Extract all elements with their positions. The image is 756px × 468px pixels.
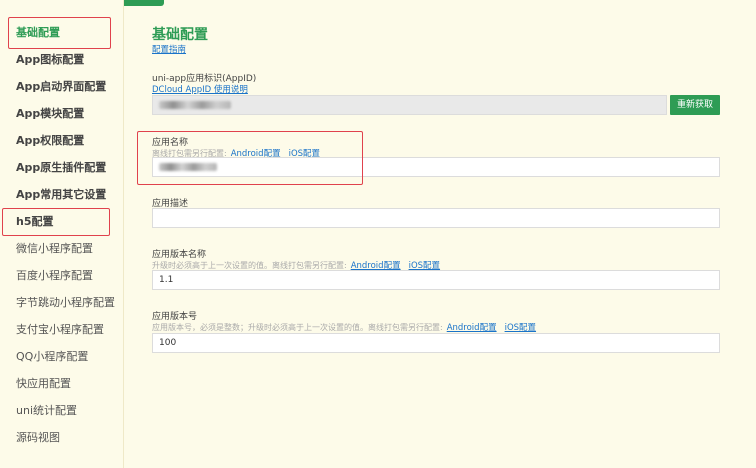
sidebar-item-app-splash[interactable]: App启动界面配置	[16, 78, 106, 94]
version-code-ios-link[interactable]: iOS配置	[505, 323, 536, 333]
version-code-input[interactable]: 100	[152, 333, 720, 353]
app-name-input[interactable]	[152, 157, 720, 177]
settings-sidebar: 基础配置 App图标配置 App启动界面配置 App模块配置 App权限配置 A…	[0, 0, 124, 468]
version-code-hint: 应用版本号，必须是整数；升级时必须高于上一次设置的值。离线打包需另行配置: And…	[152, 321, 536, 333]
refresh-appid-button[interactable]: 重新获取	[670, 95, 720, 115]
sidebar-item-alipay-mp[interactable]: 支付宝小程序配置	[16, 321, 104, 337]
sidebar-item-app-native-plugins[interactable]: App原生插件配置	[16, 159, 106, 175]
dcloud-appid-help-link[interactable]: DCloud AppID 使用说明	[152, 83, 248, 95]
main-panel: 基础配置 配置指南 uni-app应用标识(AppID) DCloud AppI…	[125, 0, 756, 468]
sidebar-item-app-icon[interactable]: App图标配置	[16, 51, 84, 67]
sidebar-item-baidu-mp[interactable]: 百度小程序配置	[16, 267, 93, 283]
sidebar-item-app-permissions[interactable]: App权限配置	[16, 132, 84, 148]
sidebar-item-toutiao-mp[interactable]: 字节跳动小程序配置	[16, 294, 115, 310]
sidebar-item-app-other-settings[interactable]: App常用其它设置	[16, 186, 106, 202]
sidebar-item-basic-config[interactable]: 基础配置	[16, 24, 60, 40]
appid-field	[152, 95, 667, 115]
config-guide-link[interactable]: 配置指南	[152, 43, 186, 55]
version-name-input[interactable]: 1.1	[152, 270, 720, 290]
version-name-hint-text: 升级时必须高于上一次设置的值。离线打包需另行配置:	[152, 261, 347, 270]
sidebar-item-uni-stat[interactable]: uni统计配置	[16, 402, 77, 418]
sidebar-item-app-modules[interactable]: App模块配置	[16, 105, 84, 121]
sidebar-item-source-view[interactable]: 源码视图	[16, 429, 60, 445]
sidebar-item-weixin-mp[interactable]: 微信小程序配置	[16, 240, 93, 256]
version-code-android-link[interactable]: Android配置	[447, 323, 497, 333]
app-desc-input[interactable]	[152, 208, 720, 228]
page-title: 基础配置	[152, 27, 208, 43]
app-name-redacted-value	[159, 162, 217, 171]
version-code-hint-text: 应用版本号，必须是整数；升级时必须高于上一次设置的值。离线打包需另行配置:	[152, 323, 443, 332]
sidebar-item-quickapp[interactable]: 快应用配置	[16, 375, 71, 391]
sidebar-item-h5[interactable]: h5配置	[16, 213, 54, 229]
vertical-scrollbar[interactable]	[745, 0, 756, 468]
appid-redacted-value	[159, 100, 231, 109]
sidebar-item-qq-mp[interactable]: QQ小程序配置	[16, 348, 88, 364]
